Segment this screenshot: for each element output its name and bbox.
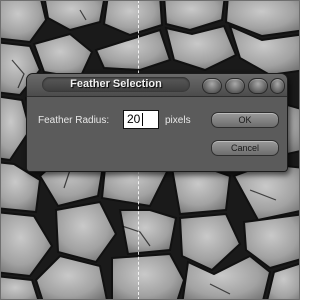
dialog-title: Feather Selection	[70, 78, 162, 90]
close-icon[interactable]	[270, 78, 285, 94]
minimize-icon[interactable]	[202, 78, 222, 94]
feather-radius-label-text: Feather Radius:	[38, 115, 110, 126]
dialog-titlebar[interactable]: Feather Selection	[27, 74, 287, 97]
cancel-button[interactable]: Cancel	[211, 140, 279, 156]
feather-radius-input[interactable]: 20	[123, 110, 159, 129]
dialog-body: Feather Radius: 20 pixels OK Cancel	[27, 97, 287, 171]
feather-selection-dialog: Feather Selection Feather Radius: 20 pix…	[26, 73, 288, 172]
maximize-icon[interactable]	[225, 78, 245, 94]
help-icon[interactable]	[248, 78, 268, 94]
title-plate: Feather Selection	[42, 77, 190, 92]
unit-label: pixels	[165, 115, 191, 126]
text-caret	[142, 113, 143, 126]
ok-button[interactable]: OK	[211, 112, 279, 128]
feather-radius-label: Feather Radius:	[38, 114, 109, 128]
